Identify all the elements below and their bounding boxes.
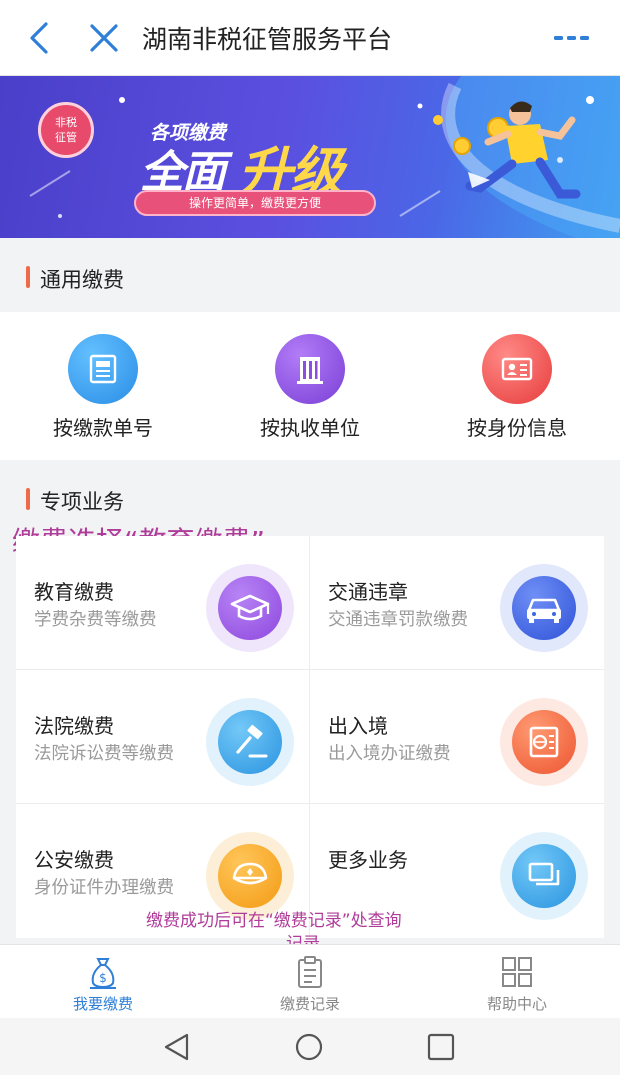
- general-section-title: 通用缴费: [40, 268, 124, 292]
- special-services-grid: 教育缴费 学费杂费等缴费 交通违章 交通违章罚款缴费 法院缴费 法院诉讼费等缴费…: [16, 536, 604, 938]
- building-icon: [275, 334, 345, 404]
- service-traffic[interactable]: 交通违章 交通违章罚款缴费: [310, 536, 604, 670]
- tab-help[interactable]: 帮助中心: [414, 945, 620, 1019]
- service-desc: 交通违章罚款缴费: [328, 610, 468, 630]
- service-desc: 出入境办证缴费: [328, 744, 451, 764]
- nav-back-icon[interactable]: [162, 1032, 192, 1062]
- document-icon: [68, 334, 138, 404]
- pay-by-unit-label: 按执收单位: [260, 416, 360, 440]
- service-title: 更多业务: [328, 848, 408, 872]
- section-marker: [26, 488, 30, 510]
- service-desc: 身份证件办理缴费: [34, 878, 174, 898]
- tab-records[interactable]: 缴费记录: [207, 945, 413, 1019]
- pay-by-identity-label: 按身份信息: [467, 416, 567, 440]
- section-marker: [26, 266, 30, 288]
- back-icon[interactable]: [22, 18, 58, 58]
- service-court[interactable]: 法院缴费 法院诉讼费等缴费: [16, 670, 310, 804]
- service-title: 出入境: [328, 714, 388, 738]
- clipboard-icon: [298, 956, 322, 988]
- tab-help-label: 帮助中心: [486, 995, 547, 1013]
- pay-by-collecting-unit[interactable]: 按执收单位: [207, 312, 413, 460]
- graduation-cap-icon: [206, 564, 294, 652]
- pay-by-slip-label: 按缴款单号: [53, 416, 153, 440]
- service-exit-entry[interactable]: 出入境 出入境办证缴费: [310, 670, 604, 804]
- windows-icon: [500, 832, 588, 920]
- grid-icon: [502, 957, 532, 987]
- general-payment-panel: 按缴款单号 按执收单位 按身份信息: [0, 312, 620, 460]
- special-section-title: 专项业务: [40, 490, 124, 514]
- annotation-after-line1: 缴费成功后可在“缴费记录”处查询: [146, 911, 402, 931]
- service-desc: 学费杂费等缴费: [34, 610, 157, 630]
- passport-icon: [500, 698, 588, 786]
- tab-records-label: 缴费记录: [279, 995, 340, 1013]
- more-icon[interactable]: [552, 28, 592, 48]
- svg-text:$: $: [99, 971, 107, 985]
- service-desc: 法院诉讼费等缴费: [34, 744, 174, 764]
- service-education[interactable]: 教育缴费 学费杂费等缴费: [16, 536, 310, 670]
- seal-text-line1: 非税: [55, 116, 77, 129]
- tab-pay-label: 我要缴费: [72, 995, 133, 1013]
- system-nav-bar: [0, 1018, 620, 1075]
- seal-text-line2: 征管: [55, 131, 77, 144]
- general-section-header: 通用缴费: [0, 240, 620, 312]
- car-icon: [500, 564, 588, 652]
- banner-slogan: 操作更简单，缴费更方便: [134, 190, 376, 216]
- bottom-tab-bar: $ 我要缴费 缴费记录 帮助中心: [0, 944, 620, 1018]
- pay-by-identity[interactable]: 按身份信息: [414, 312, 620, 460]
- promo-banner[interactable]: 非税 征管 各项缴费 全面 升级 操作更简单，缴费更方便: [0, 76, 620, 238]
- seal-badge: 非税 征管: [38, 102, 94, 158]
- gavel-icon: [206, 698, 294, 786]
- top-bar: 湖南非税征管服务平台: [0, 0, 620, 76]
- close-icon[interactable]: [86, 18, 122, 58]
- service-title: 教育缴费: [34, 580, 114, 604]
- money-bag-icon: $: [90, 958, 116, 989]
- service-title: 公安缴费: [34, 848, 114, 872]
- id-card-icon: [482, 334, 552, 404]
- nav-home-icon[interactable]: [294, 1032, 324, 1062]
- page-title: 湖南非税征管服务平台: [142, 25, 393, 54]
- service-title: 交通违章: [328, 580, 408, 604]
- pay-by-slip-number[interactable]: 按缴款单号: [0, 312, 206, 460]
- nav-recents-icon[interactable]: [426, 1032, 456, 1062]
- service-title: 法院缴费: [34, 714, 114, 738]
- tab-pay[interactable]: $ 我要缴费: [0, 945, 206, 1019]
